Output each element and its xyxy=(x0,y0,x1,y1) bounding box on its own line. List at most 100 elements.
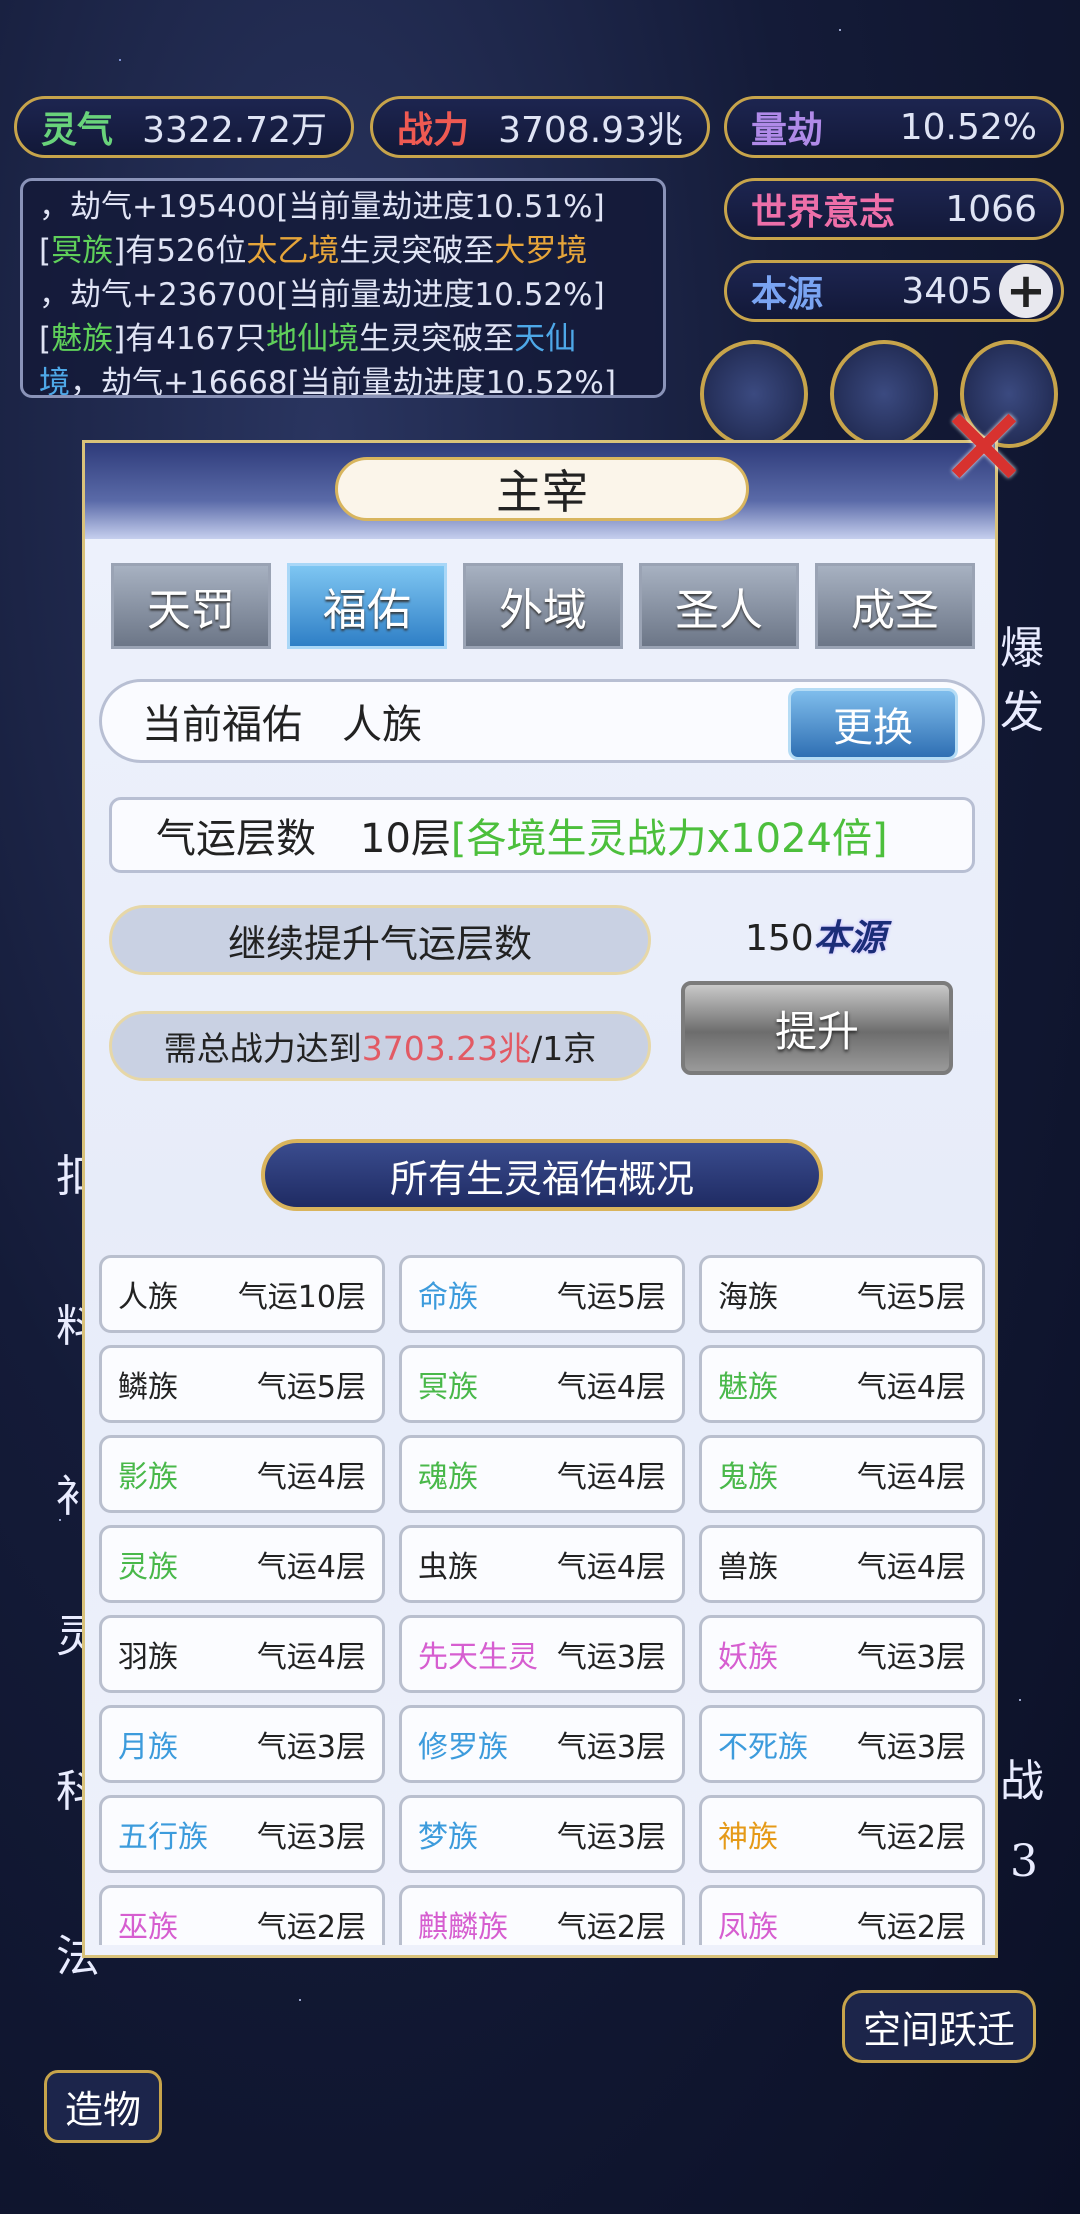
race-cell[interactable]: 灵族 气运4层 xyxy=(99,1525,385,1603)
race-fortune-level: 气运3层 xyxy=(556,1730,666,1765)
race-cell[interactable]: 凤族 气运2层 xyxy=(699,1885,985,1945)
log-line: ，劫气+236700[当前量劫进度10.52%] xyxy=(39,277,605,313)
log-line: [魅族]有4167只地仙境生灵突破至天仙 xyxy=(39,321,577,357)
race-name: 月族 xyxy=(118,1730,178,1765)
race-fortune-level: 气运4层 xyxy=(856,1550,966,1585)
race-fortune-level: 气运5层 xyxy=(856,1280,966,1315)
race-name: 灵族 xyxy=(118,1550,178,1585)
race-name: 鳞族 xyxy=(118,1370,178,1405)
add-benyuan-button[interactable]: + xyxy=(999,263,1053,319)
current-blessing-value: 人族 xyxy=(342,702,422,748)
tab-bar: 天罚 福佑 外域 圣人 成圣 xyxy=(111,563,975,649)
race-cell[interactable]: 鳞族 气运5层 xyxy=(99,1345,385,1423)
shijie-stat: 世界意志 1066 xyxy=(724,178,1064,240)
race-fortune-level: 气运2层 xyxy=(556,1910,666,1945)
burst-label[interactable]: 爆发 xyxy=(1000,612,1080,740)
race-name: 魅族 xyxy=(718,1370,778,1405)
race-cell[interactable]: 五行族 气运3层 xyxy=(99,1795,385,1873)
race-fortune-level: 气运3层 xyxy=(256,1730,366,1765)
space-jump-button[interactable]: 空间跃迁 xyxy=(842,1990,1037,2063)
log-line: [冥族]有526位太乙境生灵突破至大罗境 xyxy=(39,233,588,269)
race-cell[interactable]: 妖族 气运3层 xyxy=(699,1615,985,1693)
tab-fuyou[interactable]: 福佑 xyxy=(287,563,447,649)
lingqi-label: 灵气 xyxy=(41,109,114,151)
requirement-row: 需总战力达到 3703.23兆/1京 xyxy=(109,1011,651,1081)
overview-banner: 所有生灵福佑概况 xyxy=(261,1139,823,1211)
race-cell[interactable]: 魅族 气运4层 xyxy=(699,1345,985,1423)
shijie-label: 世界意志 xyxy=(751,191,896,233)
swap-button[interactable]: 更换 xyxy=(788,688,958,760)
race-name: 梦族 xyxy=(418,1820,478,1855)
race-name: 修罗族 xyxy=(418,1730,508,1765)
race-name: 巫族 xyxy=(118,1910,178,1945)
race-cell[interactable]: 月族 气运3层 xyxy=(99,1705,385,1783)
race-cell[interactable]: 羽族 气运4层 xyxy=(99,1615,385,1693)
race-cell[interactable]: 先天生灵 气运3层 xyxy=(399,1615,685,1693)
log-line: ，劫气+195400[当前量劫进度10.51%] xyxy=(39,189,605,225)
tab-shengren[interactable]: 圣人 xyxy=(639,563,799,649)
cost-value: 150 xyxy=(745,918,814,959)
race-cell[interactable]: 海族 气运5层 xyxy=(699,1255,985,1333)
race-name: 影族 xyxy=(118,1460,178,1495)
cost-unit: 本源 xyxy=(813,918,886,959)
race-cell[interactable]: 修罗族 气运3层 xyxy=(399,1705,685,1783)
race-cell[interactable]: 神族 气运2层 xyxy=(699,1795,985,1873)
race-name: 不死族 xyxy=(718,1730,808,1765)
race-cell[interactable]: 影族 气运4层 xyxy=(99,1435,385,1513)
raise-button[interactable]: 提升 xyxy=(681,981,953,1075)
race-fortune-level: 气运3层 xyxy=(856,1730,966,1765)
race-cell[interactable]: 鬼族 气运4层 xyxy=(699,1435,985,1513)
race-cell[interactable]: 梦族 气运3层 xyxy=(399,1795,685,1873)
race-grid: 人族 气运10层 命族 气运5层 海族 气运5层 鳞族 气运5层 冥族 气运4层 魅族 气运4层 影族气… xyxy=(99,1255,985,1945)
race-fortune-level: 气运5层 xyxy=(556,1280,666,1315)
liangjie-label: 量劫 xyxy=(751,109,824,151)
race-fortune-level: 气运5层 xyxy=(256,1370,366,1405)
race-cell[interactable]: 虫族 气运4层 xyxy=(399,1525,685,1603)
race-fortune-level: 气运3层 xyxy=(556,1820,666,1855)
scroll-icon[interactable] xyxy=(700,340,808,448)
zaowu-button[interactable]: 造物 xyxy=(44,2070,163,2143)
tab-chengsheng[interactable]: 成圣 xyxy=(815,563,975,649)
close-button[interactable]: ✕ xyxy=(936,393,1032,503)
current-blessing-label: 当前福佑 xyxy=(142,702,302,748)
tab-tianfa[interactable]: 天罚 xyxy=(111,563,271,649)
zhanli-value: 3708.93兆 xyxy=(498,110,683,151)
race-name: 人族 xyxy=(118,1280,178,1315)
vortex-icon[interactable] xyxy=(830,340,938,448)
race-name: 鬼族 xyxy=(718,1460,778,1495)
requirement-prefix: 需总战力达到 xyxy=(163,1029,362,1068)
battle-label[interactable]: 战 xyxy=(1000,1745,1044,1809)
race-name: 羽族 xyxy=(118,1640,178,1675)
race-name: 冥族 xyxy=(418,1370,478,1405)
race-fortune-level: 气运10层 xyxy=(237,1280,366,1315)
race-name: 五行族 xyxy=(118,1820,208,1855)
log-line: 境，劫气+16668[当前量劫进度10.52%] xyxy=(39,365,616,398)
race-fortune-level: 气运2层 xyxy=(856,1820,966,1855)
race-name: 虫族 xyxy=(418,1550,478,1585)
zhanli-stat: 战力 3708.93兆 xyxy=(370,96,710,158)
race-fortune-level: 气运4层 xyxy=(856,1370,966,1405)
upgrade-cost: 150本源 xyxy=(745,909,886,961)
shijie-value: 1066 xyxy=(945,188,1037,230)
fortune-level-value: 10层 xyxy=(360,816,451,862)
race-fortune-level: 气运4层 xyxy=(856,1460,966,1495)
race-cell[interactable]: 麒麟族 气运2层 xyxy=(399,1885,685,1945)
race-cell[interactable]: 命族 气运5层 xyxy=(399,1255,685,1333)
race-cell[interactable]: 兽族 气运4层 xyxy=(699,1525,985,1603)
liangjie-value: 10.52% xyxy=(899,106,1037,148)
race-fortune-level: 气运3层 xyxy=(856,1640,966,1675)
race-name: 命族 xyxy=(418,1280,478,1315)
tab-waiyu[interactable]: 外域 xyxy=(463,563,623,649)
race-fortune-level: 气运4层 xyxy=(256,1550,366,1585)
race-cell[interactable]: 魂族 气运4层 xyxy=(399,1435,685,1513)
race-cell[interactable]: 巫族 气运2层 xyxy=(99,1885,385,1945)
race-name: 凤族 xyxy=(718,1910,778,1945)
race-name: 海族 xyxy=(718,1280,778,1315)
benyuan-value: 3405 xyxy=(901,270,993,312)
event-log: ，劫气+195400[当前量劫进度10.51%] [冥族]有526位太乙境生灵突… xyxy=(20,178,666,398)
race-cell[interactable]: 不死族 气运3层 xyxy=(699,1705,985,1783)
race-cell[interactable]: 冥族 气运4层 xyxy=(399,1345,685,1423)
race-cell[interactable]: 人族 气运10层 xyxy=(99,1255,385,1333)
race-name: 魂族 xyxy=(418,1460,478,1495)
zhanli-label: 战力 xyxy=(397,109,470,151)
